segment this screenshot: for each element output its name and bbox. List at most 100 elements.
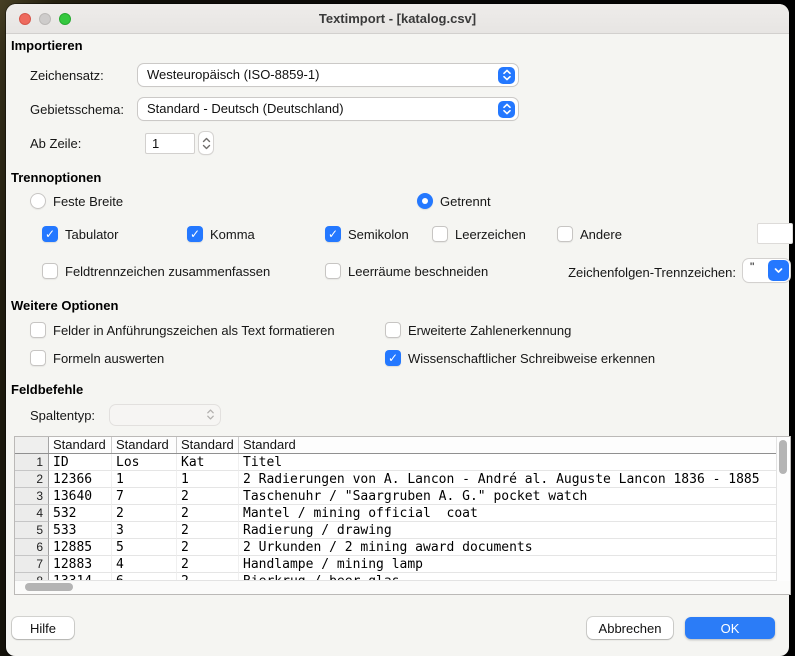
locale-label: Gebietsschema:	[30, 101, 124, 118]
column-header[interactable]: Standard	[112, 437, 177, 453]
fixed-width-radio[interactable]	[30, 193, 46, 209]
table-cell: 2 Radierungen von A. Lancon - André al. …	[239, 471, 777, 488]
fixed-width-label[interactable]: Feste Breite	[53, 193, 123, 210]
column-header[interactable]: Standard	[49, 437, 112, 453]
horizontal-scrollbar[interactable]	[15, 580, 777, 594]
vertical-scrollbar[interactable]	[776, 437, 790, 581]
preview-grid: Standard Standard Standard Standard 1IDL…	[15, 437, 777, 581]
column-type-label: Spaltentyp:	[30, 407, 95, 424]
merge-delimiters-label[interactable]: Feldtrennzeichen zusammenfassen	[65, 263, 270, 280]
charset-dropdown[interactable]: Westeuropäisch (ISO-8859-1)	[138, 64, 518, 86]
column-header[interactable]: Standard	[239, 437, 777, 453]
other-separator-input[interactable]	[757, 223, 793, 244]
table-cell: 2 Urkunden / 2 mining award documents	[239, 539, 777, 556]
row-number: 4	[15, 505, 49, 522]
zoom-window-button[interactable]	[59, 13, 71, 25]
tab-checkbox[interactable]	[42, 226, 58, 242]
detect-scientific-checkbox[interactable]	[385, 350, 401, 366]
string-delimiter-combo[interactable]: "	[743, 259, 790, 282]
trim-spaces-checkbox[interactable]	[325, 263, 341, 279]
string-delimiter-value: "	[750, 260, 754, 274]
csv-preview-table[interactable]: Standard Standard Standard Standard 1IDL…	[14, 436, 791, 595]
table-cell: Mantel / mining official coat	[239, 505, 777, 522]
column-type-dropdown	[110, 405, 220, 425]
table-row[interactable]: 31364072Taschenuhr / "Saargruben A. G." …	[15, 488, 777, 505]
row-number: 1	[15, 454, 49, 471]
row-number: 2	[15, 471, 49, 488]
other-label[interactable]: Andere	[580, 226, 622, 243]
textimport-dialog: Textimport - [katalog.csv] Importieren Z…	[6, 4, 789, 656]
horizontal-scrollbar-thumb[interactable]	[25, 583, 73, 591]
table-cell: 2	[112, 505, 177, 522]
detect-numbers-label[interactable]: Erweiterte Zahlenerkennung	[408, 322, 571, 339]
preview-header-row: Standard Standard Standard Standard	[15, 437, 777, 454]
from-row-input[interactable]: 1	[145, 133, 195, 154]
close-window-button[interactable]	[19, 13, 31, 25]
row-number: 7	[15, 556, 49, 573]
cancel-button[interactable]: Abbrechen	[587, 617, 673, 639]
table-cell: 533	[49, 522, 112, 539]
table-row[interactable]: 212366112 Radierungen von A. Lancon - An…	[15, 471, 777, 488]
ok-button[interactable]: OK	[685, 617, 775, 639]
traffic-lights	[19, 13, 71, 25]
table-cell: Los	[112, 454, 177, 471]
evaluate-formulas-checkbox[interactable]	[30, 350, 46, 366]
chevron-down-icon	[202, 144, 211, 150]
table-cell: Handlampe / mining lamp	[239, 556, 777, 573]
string-delimiter-label: Zeichenfolgen-Trennzeichen:	[536, 264, 736, 281]
charset-label: Zeichensatz:	[30, 67, 104, 84]
space-checkbox[interactable]	[432, 226, 448, 242]
table-cell: 5	[112, 539, 177, 556]
quoted-as-text-checkbox[interactable]	[30, 322, 46, 338]
trim-spaces-label[interactable]: Leerräume beschneiden	[348, 263, 488, 280]
table-cell: 2	[177, 505, 239, 522]
comma-label[interactable]: Komma	[210, 226, 255, 243]
column-header[interactable]: Standard	[177, 437, 239, 453]
table-row[interactable]: 453222Mantel / mining official coat	[15, 505, 777, 522]
table-row[interactable]: 71288342Handlampe / mining lamp	[15, 556, 777, 573]
scrollbar-corner	[777, 581, 790, 594]
table-cell: 532	[49, 505, 112, 522]
detect-numbers-checkbox[interactable]	[385, 322, 401, 338]
table-cell: 1	[112, 471, 177, 488]
table-cell: 12366	[49, 471, 112, 488]
space-label[interactable]: Leerzeichen	[455, 226, 526, 243]
quoted-as-text-label[interactable]: Felder in Anführungszeichen als Text for…	[53, 322, 335, 339]
tab-label[interactable]: Tabulator	[65, 226, 118, 243]
separated-label[interactable]: Getrennt	[440, 193, 491, 210]
table-cell: Radierung / drawing	[239, 522, 777, 539]
row-number: 3	[15, 488, 49, 505]
locale-dropdown[interactable]: Standard - Deutsch (Deutschland)	[138, 98, 518, 120]
table-cell: 2	[177, 522, 239, 539]
chevron-up-icon	[202, 137, 211, 143]
section-import-title: Importieren	[11, 38, 83, 53]
semicolon-label[interactable]: Semikolon	[348, 226, 409, 243]
other-checkbox[interactable]	[557, 226, 573, 242]
table-cell: 4	[112, 556, 177, 573]
table-row[interactable]: 612885522 Urkunden / 2 mining award docu…	[15, 539, 777, 556]
corner-cell	[15, 437, 49, 453]
vertical-scrollbar-thumb[interactable]	[779, 440, 787, 474]
table-row[interactable]: 1IDLosKatTitel	[15, 454, 777, 471]
comma-checkbox[interactable]	[187, 226, 203, 242]
table-cell: 12885	[49, 539, 112, 556]
chevron-down-icon[interactable]	[768, 260, 789, 281]
merge-delimiters-checkbox[interactable]	[42, 263, 58, 279]
detect-scientific-label[interactable]: Wissenschaftlicher Schreibweise erkennen	[408, 350, 655, 367]
chevron-up-down-icon[interactable]	[498, 67, 515, 84]
table-cell: 2	[177, 556, 239, 573]
evaluate-formulas-label[interactable]: Formeln auswerten	[53, 350, 164, 367]
table-cell: Titel	[239, 454, 777, 471]
chevron-up-down-icon	[206, 408, 215, 426]
chevron-up-down-icon[interactable]	[498, 101, 515, 118]
table-cell: Taschenuhr / "Saargruben A. G." pocket w…	[239, 488, 777, 505]
semicolon-checkbox[interactable]	[325, 226, 341, 242]
minimize-window-button[interactable]	[39, 13, 51, 25]
table-cell: 2	[177, 539, 239, 556]
table-row[interactable]: 553332Radierung / drawing	[15, 522, 777, 539]
help-button[interactable]: Hilfe	[12, 617, 74, 639]
from-row-stepper[interactable]	[199, 132, 213, 154]
separated-radio[interactable]	[417, 193, 433, 209]
table-cell: 1	[177, 471, 239, 488]
titlebar[interactable]: Textimport - [katalog.csv]	[6, 4, 789, 34]
